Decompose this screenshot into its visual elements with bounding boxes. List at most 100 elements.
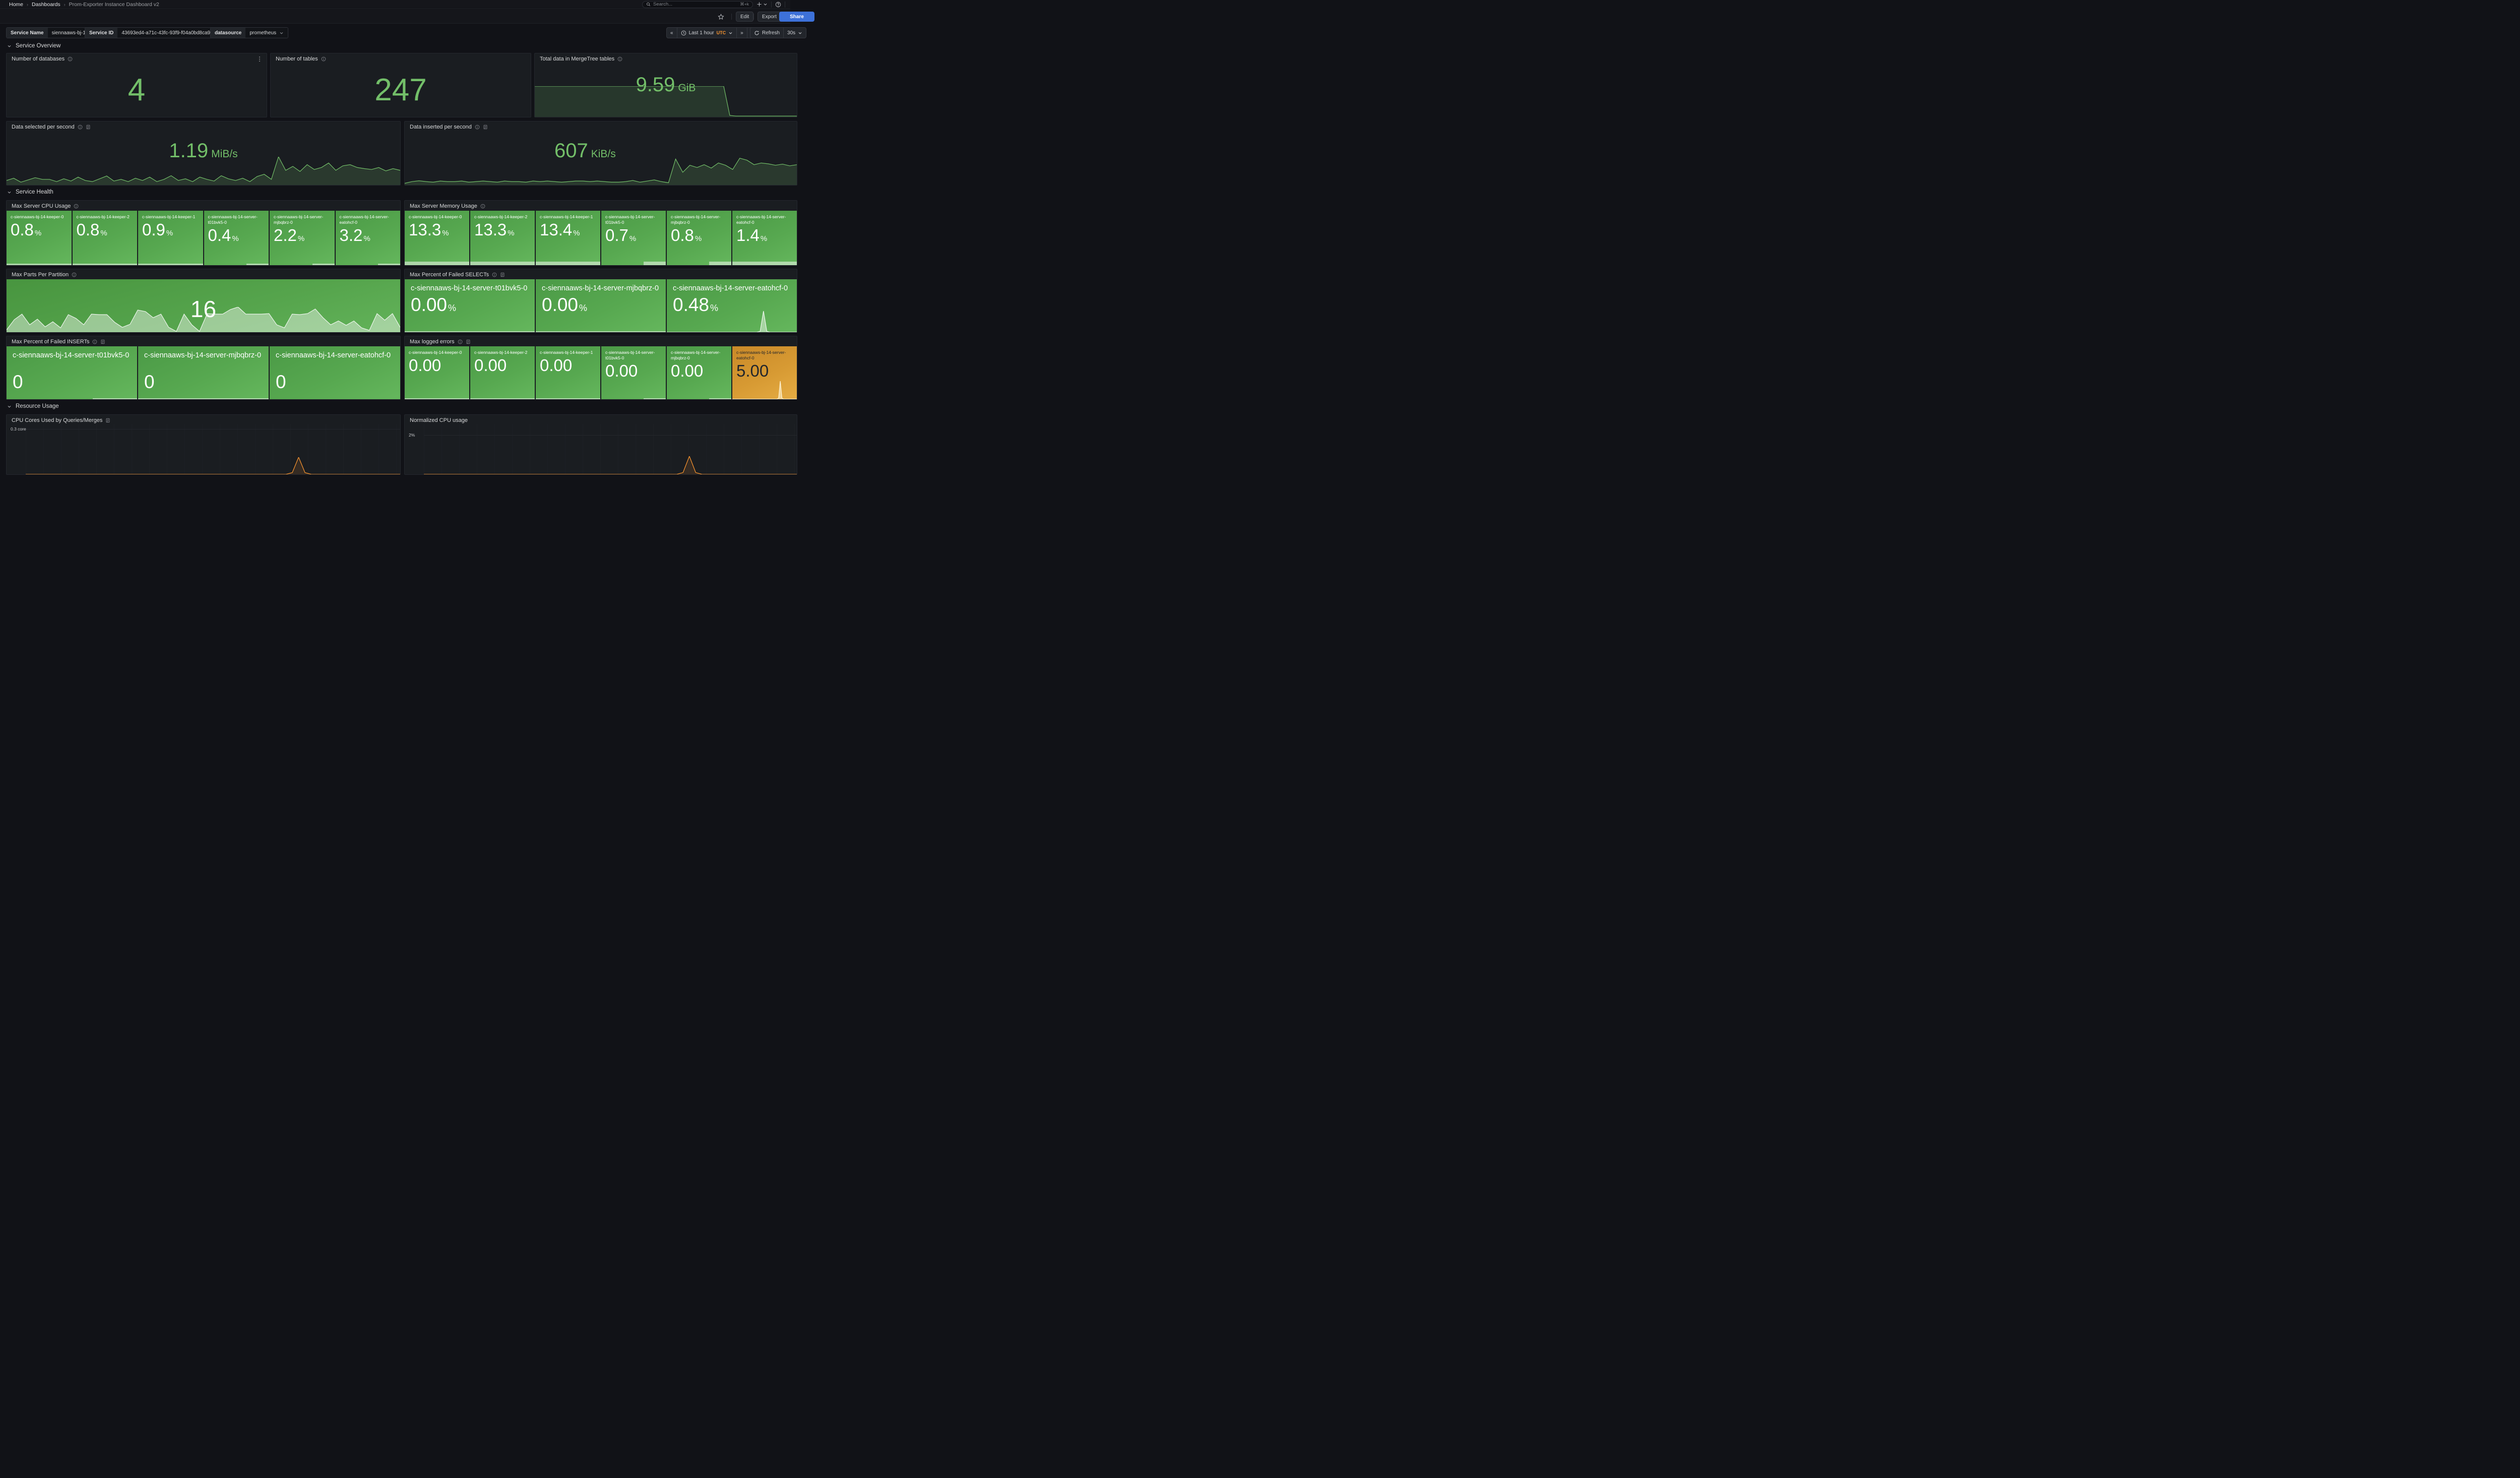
stat-tile[interactable]: c-siennaaws-bj-14-server-t01bvk5-00.00% [405,279,535,332]
kebab-menu-icon[interactable]: ⋮ [257,55,263,63]
variable-label: Service ID [85,28,117,38]
tile-server-name: c-siennaaws-bj-14-keeper-2 [73,211,138,220]
tile-value: 0.8% [667,227,731,244]
stat-tile[interactable]: c-siennaaws-bj-14-server-mjbqbrz-00.00% [536,279,666,332]
stat-tile[interactable]: c-siennaaws-bj-14-server-mjbqbrz-00.00 [667,346,731,399]
info-icon[interactable] [78,125,83,130]
variable-datasource[interactable]: datasource prometheus [210,27,288,38]
section-service-health[interactable]: Service Health [7,189,53,195]
stat-tile[interactable]: c-siennaaws-bj-14-server-t01bvk5-00 [7,346,137,399]
section-title: Resource Usage [16,403,59,409]
time-shift-back-button[interactable]: « [667,28,677,38]
panel-links-icon[interactable] [100,339,105,344]
stat-tile[interactable]: c-siennaaws-bj-14-keeper-20.8% [73,211,138,265]
tile-sparkline-band [470,398,535,399]
time-range-picker[interactable]: Last 1 hour UTC [677,28,737,38]
info-icon[interactable] [92,339,97,344]
panel-title[interactable]: Max Percent of Failed INSERTs [12,339,89,345]
tile-sparkline-band [536,262,600,265]
panel-title[interactable]: Max Server CPU Usage [12,203,71,209]
share-button[interactable]: Share [779,12,814,22]
panel-title[interactable]: Max logged errors [410,339,455,345]
stat-tile[interactable]: c-siennaaws-bj-14-keeper-113.4% [536,211,600,265]
refresh-icon [754,30,760,36]
info-icon[interactable] [321,56,326,61]
panel-title[interactable]: Number of databases [12,56,65,62]
tile-sparkline-band [644,262,666,265]
panel-links-icon[interactable] [500,272,505,277]
panel-title[interactable]: Max Percent of Failed SELECTs [410,272,489,278]
panel-title[interactable]: Max Server Memory Usage [410,203,477,209]
tile-sparkline-band [138,264,203,265]
tile-sparkline-band [470,262,535,265]
panel-links-icon[interactable] [483,125,488,130]
refresh-button[interactable]: Refresh [750,28,783,38]
info-icon[interactable] [617,56,622,61]
stat-tile-row: c-siennaaws-bj-14-keeper-00.8%c-siennaaw… [7,211,400,265]
stat-tile[interactable]: c-siennaaws-bj-14-server-eatohcf-03.2% [336,211,401,265]
panel-title[interactable]: Normalized CPU usage [410,417,468,423]
stat-tile[interactable]: c-siennaaws-bj-14-keeper-20.00 [470,346,535,399]
stat-tile[interactable]: c-siennaaws-bj-14-server-t01bvk5-00.7% [601,211,666,265]
help-button[interactable] [775,2,781,8]
stat-tile[interactable]: c-siennaaws-bj-14-server-mjbqbrz-0 0 [138,346,269,399]
stat-tile[interactable]: c-siennaaws-bj-14-server-eatohcf-05.00 [732,346,797,399]
tile-server-name: c-siennaaws-bj-14-server-mjbqbrz-0 [138,346,269,360]
info-icon[interactable] [492,272,497,277]
variable-service-id[interactable]: Service ID 43693ed4-a71c-43fc-93f9-f04a0… [85,27,225,38]
panel-links-icon[interactable] [466,339,471,344]
panel-links-icon[interactable] [86,125,91,130]
refresh-interval-picker[interactable]: 30s [783,28,806,38]
panel-title[interactable]: Data selected per second [12,124,75,130]
stat-tile[interactable]: c-siennaaws-bj-14-keeper-213.3% [470,211,535,265]
panel-title[interactable]: Max Parts Per Partition [12,272,69,278]
add-new-button[interactable] [757,2,768,7]
stat-tile[interactable]: c-siennaaws-bj-14-keeper-013.3% [405,211,469,265]
refresh-interval: 30s [787,30,795,36]
info-icon[interactable] [68,56,73,61]
panel-max-server-memory-usage: Max Server Memory Usage c-siennaaws-bj-1… [404,200,797,266]
panel-title[interactable]: Total data in MergeTree tables [540,56,614,62]
panel-title[interactable]: Data inserted per second [410,124,472,130]
favorite-star-button[interactable] [716,12,726,22]
stat-tile[interactable]: c-siennaaws-bj-14-server-t01bvk5-00.4% [204,211,269,265]
stat-tile[interactable]: c-siennaaws-bj-14-keeper-00.8% [7,211,72,265]
stat-tile[interactable]: c-siennaaws-bj-14-server-t01bvk5-00.00 [601,346,666,399]
breadcrumb-dashboards[interactable]: Dashboards [32,2,60,8]
stat-tile[interactable]: c-siennaaws-bj-14-server-eatohcf-00 [270,346,400,399]
stat-tile-row: c-siennaaws-bj-14-server-t01bvk5-00.00%c… [405,279,797,332]
panel-title[interactable]: CPU Cores Used by Queries/Merges [12,417,102,423]
edit-button[interactable]: Edit [736,12,753,22]
info-icon[interactable] [72,272,77,277]
time-shift-forward-button[interactable]: » [736,28,747,38]
chevron-down-icon [7,404,12,409]
breadcrumb-current-dashboard: Prom-Exporter Instance Dashboard v2 [69,2,159,8]
stat-tile[interactable]: c-siennaaws-bj-14-server-eatohcf-01.4% [732,211,797,265]
panel-data-selected-per-second: Data selected per second 1.19 MiB/s [6,121,401,186]
tile-server-name: c-siennaaws-bj-14-server-t01bvk5-0 [204,211,269,225]
panel-title[interactable]: Number of tables [276,56,318,62]
stat-tile[interactable]: c-siennaaws-bj-14-server-eatohcf-00.48% [667,279,797,332]
stat-tile[interactable]: c-siennaaws-bj-14-server-mjbqbrz-00.8% [667,211,731,265]
search-input[interactable] [653,2,737,7]
info-icon[interactable] [475,125,480,130]
tile-server-name: c-siennaaws-bj-14-keeper-1 [536,211,600,220]
section-resource-usage[interactable]: Resource Usage [7,403,59,409]
breadcrumb-home[interactable]: Home [9,2,23,8]
section-service-overview[interactable]: Service Overview [7,43,60,49]
chevron-down-icon [798,31,802,35]
stat-value: 16 [191,297,216,321]
stat-tile[interactable]: c-siennaaws-bj-14-keeper-10.9% [138,211,203,265]
stat-tile[interactable]: c-siennaaws-bj-14-keeper-10.00 [536,346,600,399]
tile-sparkline-band [312,264,335,265]
stat-tile[interactable]: c-siennaaws-bj-14-keeper-00.00 [405,346,469,399]
stat-value: 1.19 MiB/s [169,141,237,161]
panel-links-icon[interactable] [105,418,110,423]
info-icon[interactable] [458,339,463,344]
info-icon[interactable] [74,204,79,209]
variable-value: siennaaws-bj-14 [52,30,89,36]
info-icon[interactable] [480,204,485,209]
search-input-container[interactable]: ⌘+k [642,1,753,8]
stat-tile[interactable]: c-siennaaws-bj-14-server-mjbqbrz-02.2% [270,211,335,265]
tile-value: 0 [138,373,269,392]
